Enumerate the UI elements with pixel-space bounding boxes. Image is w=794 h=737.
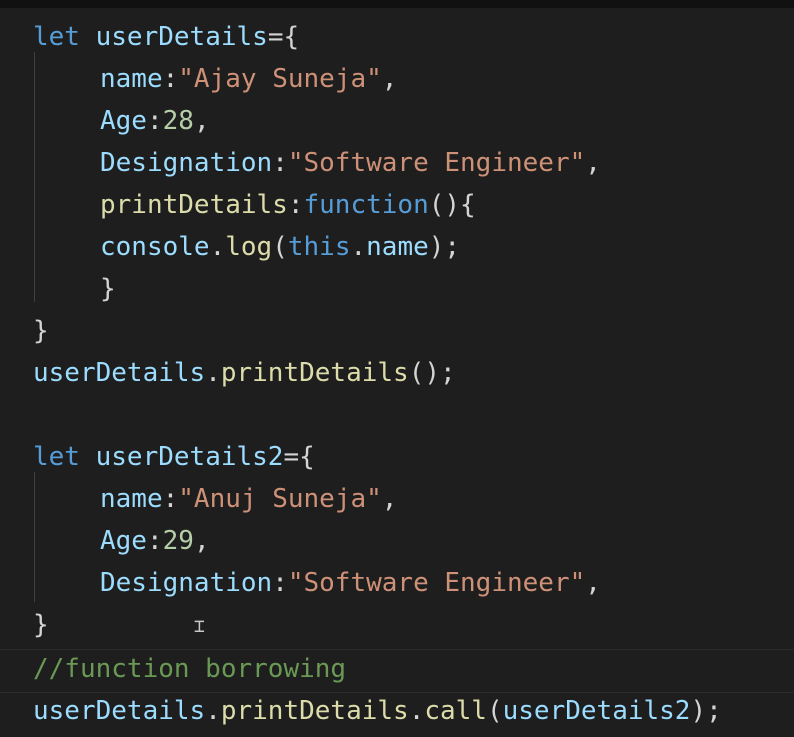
identifier: userDetails: [33, 696, 206, 726]
identifier: userDetails: [95, 22, 268, 52]
punctuation: ();: [408, 358, 456, 388]
code-line-11[interactable]: let userDetails2={: [33, 436, 315, 478]
identifier: userDetails2: [95, 442, 284, 472]
keyword: let: [33, 22, 80, 52]
string-literal: "Software Engineer": [287, 148, 586, 178]
punctuation: );: [690, 696, 722, 726]
number-literal: 28: [162, 106, 194, 136]
keyword: let: [33, 442, 80, 472]
property-key: Age: [100, 106, 147, 136]
function-name: log: [225, 232, 273, 262]
punctuation: :: [272, 568, 288, 598]
code-line-6[interactable]: console.log(this.name);: [33, 226, 460, 268]
closing-brace: }: [33, 316, 49, 346]
punctuation: .: [205, 358, 221, 388]
function-name: printDetails: [220, 696, 409, 726]
punctuation: ,: [585, 148, 601, 178]
code-line-4[interactable]: Designation:"Software Engineer",: [33, 142, 601, 184]
punctuation: .: [205, 696, 221, 726]
comment: //function borrowing: [33, 654, 347, 684]
code-line-13[interactable]: Age:29,: [33, 520, 210, 562]
property-key: Designation: [100, 148, 273, 178]
code-line-12[interactable]: name:"Anuj Suneja",: [33, 478, 397, 520]
punctuation: :: [272, 148, 288, 178]
punctuation: (: [272, 232, 288, 262]
punctuation: ={: [267, 22, 300, 52]
string-literal: "Anuj Suneja": [178, 484, 382, 514]
code-line-1[interactable]: let userDetails={: [33, 16, 299, 58]
punctuation: (){: [428, 190, 476, 220]
identifier: userDetails2: [502, 696, 691, 726]
punctuation: :: [287, 190, 304, 220]
property-key: Age: [100, 526, 147, 556]
closing-brace: }: [33, 610, 49, 640]
string-literal: "Software Engineer": [287, 568, 586, 598]
punctuation: :: [146, 526, 163, 556]
code-line-3[interactable]: Age:28,: [33, 100, 210, 142]
punctuation: ,: [193, 106, 210, 136]
property-name: name: [366, 232, 429, 262]
punctuation: :: [162, 484, 179, 514]
keyword: this: [287, 232, 351, 262]
property-key: name: [100, 484, 163, 514]
identifier: userDetails: [33, 358, 206, 388]
code-line-14[interactable]: Designation:"Software Engineer",: [33, 562, 601, 604]
property-key: name: [100, 64, 163, 94]
text-cursor-icon: ⌶: [194, 616, 205, 637]
code-line-17[interactable]: userDetails.printDetails.call(userDetail…: [33, 690, 722, 732]
punctuation: ,: [193, 526, 210, 556]
punctuation: .: [209, 232, 226, 262]
identifier: console: [100, 232, 210, 262]
punctuation: :: [146, 106, 163, 136]
code-line-2[interactable]: name:"Ajay Suneja",: [33, 58, 397, 100]
punctuation: ,: [381, 484, 398, 514]
code-editor[interactable]: let userDetails={ name:"Ajay Suneja", Ag…: [0, 0, 794, 737]
number-literal: 29: [162, 526, 194, 556]
punctuation: :: [162, 64, 179, 94]
punctuation: ,: [585, 568, 601, 598]
code-line-5[interactable]: printDetails:function(){: [33, 184, 476, 226]
punctuation: ,: [381, 64, 398, 94]
punctuation: .: [408, 696, 425, 726]
punctuation: (: [486, 696, 503, 726]
punctuation: );: [428, 232, 461, 262]
string-literal: "Ajay Suneja": [178, 64, 382, 94]
closing-brace: }: [100, 274, 116, 304]
punctuation: ={: [283, 442, 315, 472]
property-key: Designation: [100, 568, 273, 598]
code-line-15[interactable]: }: [33, 604, 49, 646]
code-line-16[interactable]: //function borrowing: [33, 648, 346, 690]
function-name: call: [424, 696, 487, 726]
punctuation: .: [350, 232, 367, 262]
keyword: function: [303, 190, 429, 220]
method-key: printDetails: [100, 190, 288, 220]
code-line-9[interactable]: userDetails.printDetails();: [33, 352, 456, 394]
code-line-8[interactable]: }: [33, 310, 49, 352]
code-line-7[interactable]: }: [33, 268, 116, 310]
function-name: printDetails: [220, 358, 409, 388]
